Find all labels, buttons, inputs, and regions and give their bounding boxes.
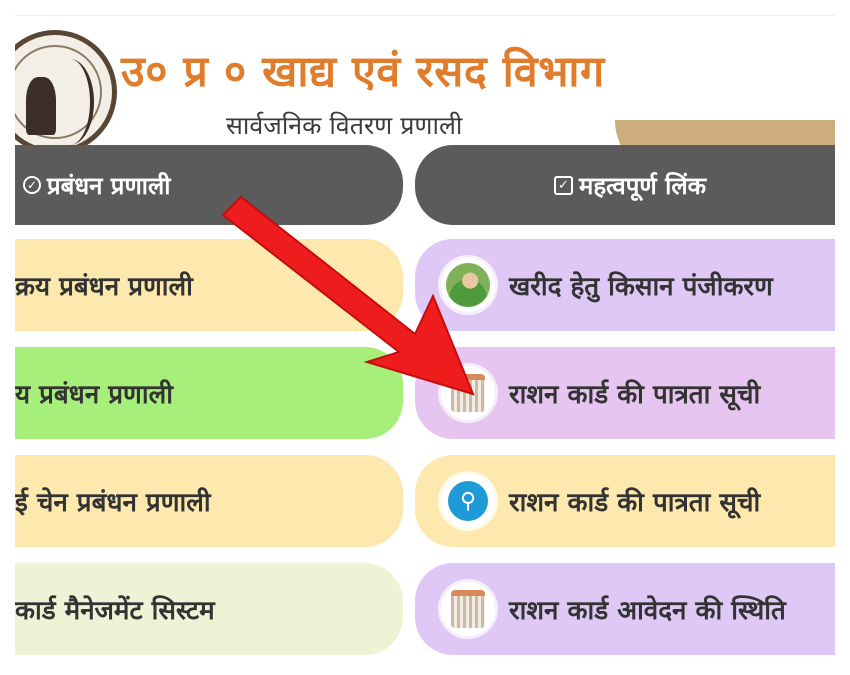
important-links-heading[interactable]: ✓ महत्वपूर्ण लिंक [415, 145, 835, 225]
link-ration-card-application-status[interactable]: राशन कार्ड आवेदन की स्थिति [415, 563, 835, 655]
ration-card-icon [441, 582, 495, 636]
link-label: राशन कार्ड की पात्रता सूची [509, 488, 761, 518]
emblem-figure [26, 77, 56, 135]
link-farmer-registration[interactable]: खरीद हेतु किसान पंजीकरण [415, 239, 835, 331]
management-system-heading-label: प्रबंधन प्रणाली [47, 171, 171, 200]
link-ration-card-eligibility-list[interactable]: राशन कार्ड की पात्रता सूची [415, 347, 835, 439]
left-item-supply-chain-management[interactable]: ई चेन प्रबंधन प्रणाली [15, 455, 403, 547]
check-circle-icon: ✓ [23, 176, 41, 194]
link-label: राशन कार्ड की पात्रता सूची [509, 380, 761, 410]
checkbox-icon: ✓ [553, 175, 573, 195]
link-label: राशन कार्ड आवेदन की स्थिति [509, 596, 786, 626]
up-government-emblem [15, 30, 117, 154]
search-icon: ⚲ [441, 474, 495, 528]
department-title: उ० प्र ० खाद्य एवं रसद विभाग [121, 47, 605, 97]
left-item-label: य प्रबंधन प्रणाली [15, 380, 173, 410]
department-subtitle: सार्वजनिक वितरण प्रणाली [226, 111, 463, 140]
important-links-heading-label: महत्वपूर्ण लिंक [578, 171, 707, 200]
link-ration-card-eligibility-search[interactable]: ⚲ राशन कार्ड की पात्रता सूची [415, 455, 835, 547]
left-item-label: कार्ड मैनेजमेंट सिस्टम [15, 596, 215, 626]
farmer-icon [441, 258, 495, 312]
left-item-label: क्रय प्रबंधन प्रणाली [15, 272, 193, 302]
left-item-sale-management[interactable]: य प्रबंधन प्रणाली [15, 347, 403, 439]
management-system-heading[interactable]: ✓ प्रबंधन प्रणाली [15, 145, 403, 225]
left-item-purchase-management[interactable]: क्रय प्रबंधन प्रणाली [15, 239, 403, 331]
ration-card-icon [441, 366, 495, 420]
link-label: खरीद हेतु किसान पंजीकरण [509, 272, 773, 302]
left-item-card-management-system[interactable]: कार्ड मैनेजमेंट सिस्टम [15, 563, 403, 655]
screenshot-frame: उ० प्र ० खाद्य एवं रसद विभाग सार्वजनिक व… [15, 15, 835, 666]
left-item-label: ई चेन प्रबंधन प्रणाली [15, 488, 211, 518]
